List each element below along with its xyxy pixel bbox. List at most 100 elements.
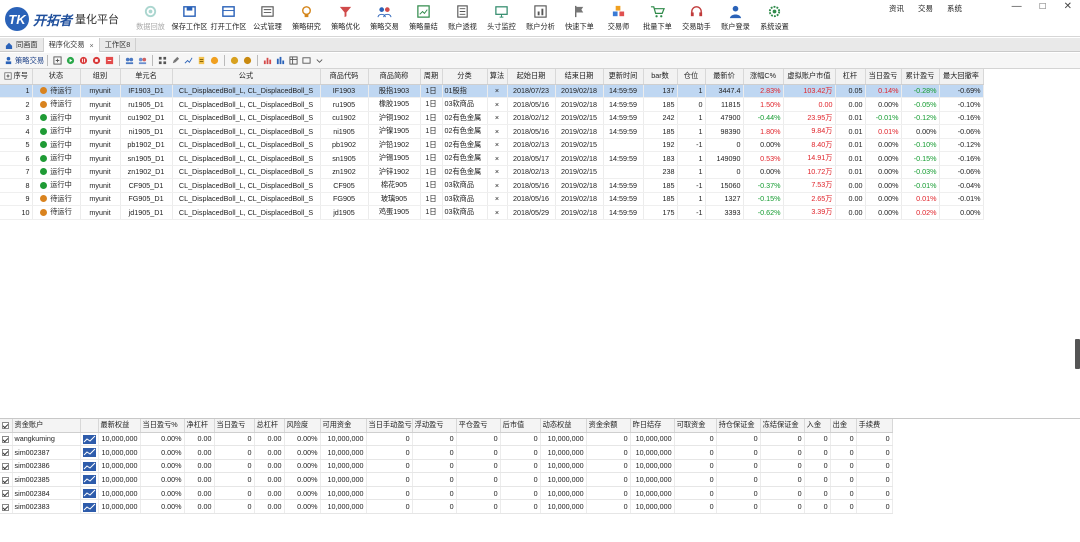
column-header[interactable]: 后市值 <box>500 419 541 433</box>
tab-item[interactable]: 工作区8 <box>100 38 137 52</box>
column-header[interactable]: 当日盈亏 <box>214 419 255 433</box>
table-row[interactable]: 4 运行中 myunit ni1905_D1 CL_DisplacedBoll_L, C… <box>0 124 984 139</box>
column-header[interactable]: 净杠杆 <box>184 419 215 433</box>
column-header[interactable]: 杠杆 <box>835 69 866 85</box>
column-header[interactable]: 分类 <box>442 69 488 85</box>
close-icon[interactable]: × <box>90 41 94 50</box>
table-row[interactable]: 2 待运行 myunit ru1905_D1 CL_DisplacedBoll_L, C… <box>0 97 984 112</box>
column-header[interactable]: 可用资金 <box>320 419 367 433</box>
column-header[interactable]: 昨日结存 <box>630 419 675 433</box>
table-row[interactable]: wangkuming 10,000,000 0.00% 0.00 0 0.00 0.00% 1… <box>0 432 893 447</box>
table-row[interactable]: 8 运行中 myunit CF905_D1 CL_DisplacedBoll_L, CL… <box>0 178 984 193</box>
top-menu-item[interactable]: 系统 <box>947 3 962 14</box>
toolbar-button[interactable]: 交易师 <box>599 2 638 35</box>
account-chart-icon[interactable] <box>82 461 96 471</box>
toolbar-button[interactable]: 策略优化 <box>326 2 365 35</box>
column-header[interactable]: 序号 <box>0 69 33 85</box>
toolbar-button[interactable]: 账户登录 <box>716 2 755 35</box>
column-header[interactable]: 虚拟账户市值 <box>783 69 836 85</box>
reset-icon[interactable] <box>105 56 114 65</box>
column-header[interactable]: 手续费 <box>856 419 893 433</box>
play-icon[interactable] <box>66 56 75 65</box>
table-row[interactable]: sim002383 10,000,000 0.00% 0.00 0 0.00 0.00% 10… <box>0 499 893 515</box>
column-header[interactable]: 冻结保证金 <box>760 419 805 433</box>
maximize-button[interactable]: □ <box>1040 1 1046 12</box>
cell-chart[interactable] <box>80 445 99 460</box>
toolbar-button[interactable]: 打开工作区 <box>209 2 248 35</box>
checkbox[interactable] <box>2 503 10 511</box>
column-header[interactable]: 当日手动盈亏 <box>366 419 413 433</box>
grid-icon[interactable] <box>158 56 167 65</box>
smile-icon[interactable] <box>210 56 219 65</box>
column-header[interactable]: 周期 <box>420 69 443 85</box>
row-checkbox[interactable] <box>0 472 13 487</box>
money-alt-icon[interactable] <box>243 56 252 65</box>
cell-chart[interactable] <box>80 472 99 487</box>
pause-icon[interactable] <box>79 56 88 65</box>
strategy-trading-label[interactable]: 策略交易 <box>2 56 44 66</box>
column-header[interactable]: bar数 <box>643 69 678 85</box>
tab-item[interactable]: 程序化交易 × <box>43 38 100 52</box>
column-header[interactable]: 结束日期 <box>555 69 604 85</box>
table-row[interactable]: 6 运行中 myunit sn1905_D1 CL_DisplacedBoll_L, C… <box>0 151 984 166</box>
account-chart-icon[interactable] <box>82 434 96 444</box>
checkbox[interactable] <box>2 490 10 498</box>
column-header[interactable]: 状态 <box>32 69 81 85</box>
column-header[interactable]: 最新权益 <box>98 419 141 433</box>
toolbar-button[interactable]: 交易助手 <box>677 2 716 35</box>
row-checkbox[interactable] <box>0 445 13 460</box>
toolbar-button[interactable]: 系统设置 <box>755 2 794 35</box>
toolbar-button[interactable]: 批量下单 <box>638 2 677 35</box>
cell-chart[interactable] <box>80 499 99 515</box>
column-header[interactable]: 当日盈亏% <box>140 419 185 433</box>
column-header[interactable]: 商品简称 <box>368 69 421 85</box>
table-row[interactable]: 10 待运行 myunit jd1905_D1 CL_DisplacedBoll_L, … <box>0 205 984 220</box>
stop-icon[interactable] <box>92 56 101 65</box>
checkbox[interactable] <box>2 449 10 457</box>
toolbar-button[interactable]: 数据回放 <box>131 2 170 35</box>
checkbox[interactable] <box>2 476 10 484</box>
column-header[interactable]: 浮动盈亏 <box>412 419 457 433</box>
table-row[interactable]: 3 运行中 myunit cu1902_D1 CL_DisplacedBoll_L, C… <box>0 111 984 125</box>
cell-chart[interactable] <box>80 459 99 474</box>
column-header[interactable]: 最大回撤率 <box>939 69 984 85</box>
column-header[interactable]: 总杠杆 <box>254 419 285 433</box>
top-menu-item[interactable]: 资讯 <box>889 3 904 14</box>
money-icon[interactable] <box>230 56 239 65</box>
column-header[interactable]: 单元名 <box>120 69 173 85</box>
table-row[interactable]: 5 运行中 myunit pb1902_D1 CL_DisplacedBoll_L, C… <box>0 138 984 152</box>
cell-chart[interactable] <box>80 486 99 501</box>
scrollbar-thumb[interactable] <box>1075 339 1080 369</box>
column-header[interactable]: 当日盈亏 <box>865 69 902 85</box>
table-row[interactable]: sim002385 10,000,000 0.00% 0.00 0 0.00 0.00% 10… <box>0 472 893 487</box>
toolbar-button[interactable]: 策略交易 <box>365 2 404 35</box>
account-chart-icon[interactable] <box>82 488 96 498</box>
toolbar-button[interactable]: 策略研究 <box>287 2 326 35</box>
close-button[interactable]: ✕ <box>1064 1 1072 12</box>
toolbar-button[interactable]: 保存工作区 <box>170 2 209 35</box>
cell-chart[interactable] <box>80 432 99 447</box>
column-header[interactable]: 动态权益 <box>540 419 587 433</box>
toolbar-button[interactable]: 账户透视 <box>443 2 482 35</box>
column-header[interactable]: 算法 <box>487 69 508 85</box>
select-all-checkbox[interactable] <box>0 419 13 433</box>
column-header[interactable]: 起始日期 <box>507 69 556 85</box>
column-header[interactable]: 入金 <box>804 419 831 433</box>
add-icon[interactable] <box>53 56 62 65</box>
row-checkbox[interactable] <box>0 499 13 515</box>
column-header[interactable]: 可取资金 <box>674 419 717 433</box>
tab-item[interactable]: 同画面 <box>0 38 44 52</box>
report-icon[interactable] <box>197 56 206 65</box>
table-row[interactable]: sim002387 10,000,000 0.00% 0.00 0 0.00 0.00% 10… <box>0 445 893 460</box>
column-header[interactable]: 组别 <box>80 69 121 85</box>
column-header[interactable]: 风险度 <box>284 419 321 433</box>
table-row[interactable]: sim002384 10,000,000 0.00% 0.00 0 0.00 0.00% 10… <box>0 486 893 501</box>
ungroup-icon[interactable] <box>138 56 147 65</box>
toolbar-button[interactable]: 头寸监控 <box>482 2 521 35</box>
window-icon[interactable] <box>302 56 311 65</box>
checkbox[interactable] <box>2 422 10 430</box>
group-icon[interactable] <box>125 56 134 65</box>
column-header[interactable]: 累计盈亏 <box>901 69 940 85</box>
bar-chart-icon[interactable] <box>263 56 272 65</box>
column-header[interactable]: 商品代码 <box>320 69 369 85</box>
